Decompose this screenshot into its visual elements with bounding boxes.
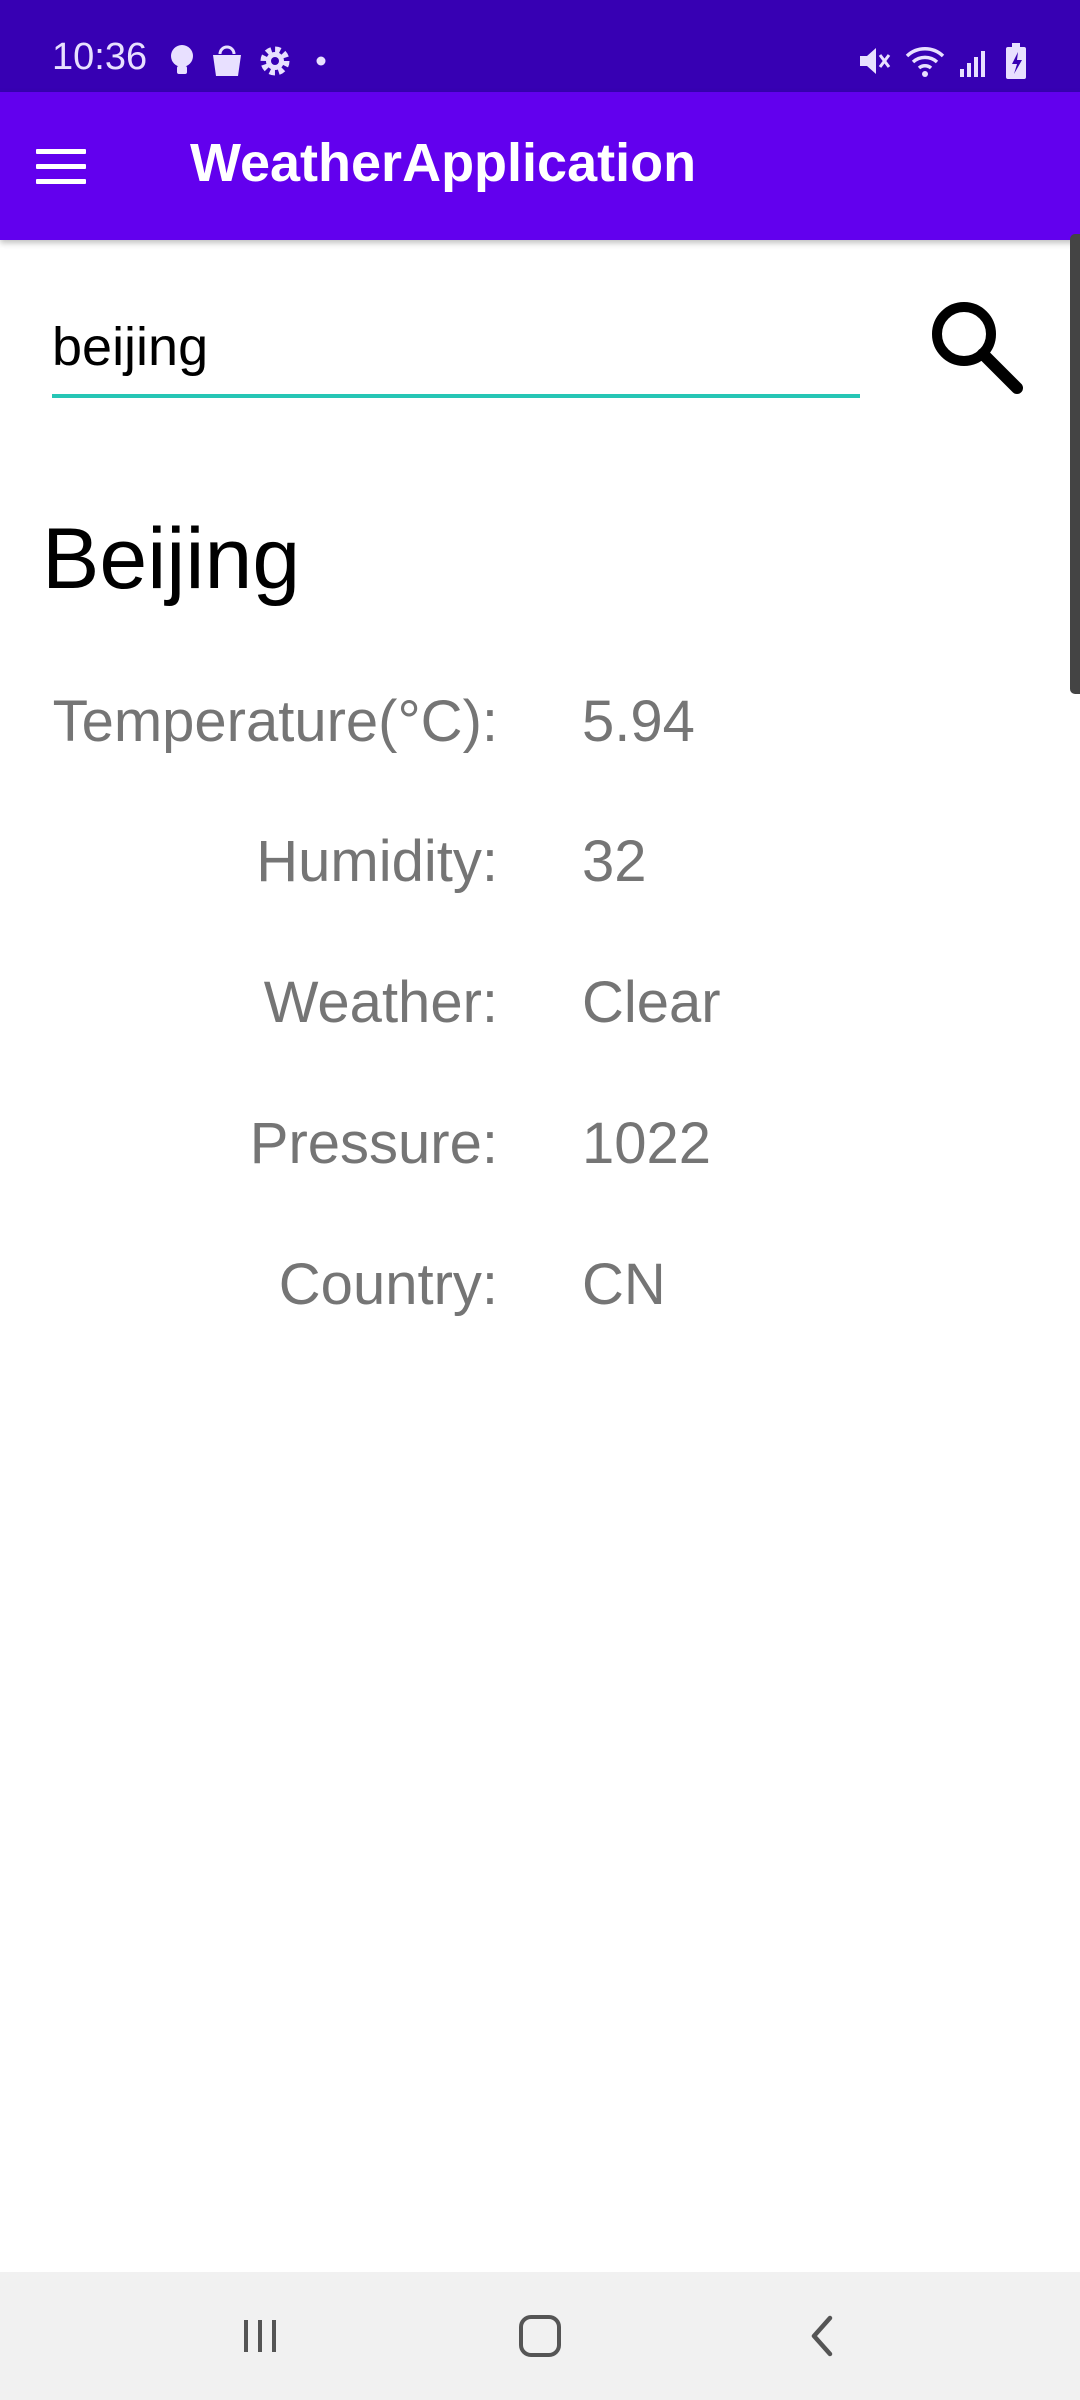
dot-icon [316, 56, 326, 66]
wifi-icon [905, 47, 945, 77]
temperature-row: Temperature(°C): 5.94 [0, 688, 1080, 778]
bulb-icon [171, 45, 193, 74]
pressure-row: Pressure: 1022 [0, 1110, 1080, 1200]
app-bar: WeatherApplication [0, 92, 1080, 240]
recents-icon [244, 2320, 276, 2352]
humidity-label: Humidity: [256, 829, 498, 894]
signal-icon [960, 51, 985, 77]
home-button[interactable] [490, 2296, 590, 2376]
country-value: CN [582, 1252, 666, 1317]
app-title: WeatherApplication [190, 133, 697, 193]
gear-icon [260, 46, 290, 76]
mute-icon [860, 48, 891, 74]
scroll-indicator[interactable] [1070, 234, 1080, 694]
status-time: 10:36 [52, 36, 148, 78]
search-input[interactable] [52, 300, 860, 398]
temperature-value: 5.94 [582, 689, 695, 754]
search-row [52, 300, 860, 398]
weather-row: Weather: Clear [0, 969, 1080, 1059]
status-icons-left [168, 40, 336, 82]
temperature-label: Temperature(°C): [52, 689, 498, 754]
pressure-value: 1022 [582, 1111, 712, 1176]
humidity-value: 32 [582, 829, 647, 894]
country-label: Country: [278, 1252, 498, 1317]
search-button[interactable] [920, 292, 1030, 402]
back-icon [811, 2315, 833, 2357]
status-bar: 10:36 [0, 0, 1080, 92]
hamburger-menu-icon[interactable] [36, 134, 108, 198]
weather-value: Clear [582, 970, 721, 1035]
recents-button[interactable] [210, 2296, 310, 2376]
shopping-bag-icon [213, 45, 241, 76]
search-icon [932, 302, 1023, 394]
humidity-row: Humidity: 32 [0, 828, 1080, 918]
country-row: Country: CN [0, 1251, 1080, 1341]
pressure-label: Pressure: [249, 1111, 498, 1176]
navigation-bar [0, 2272, 1080, 2400]
battery-charging-icon [1006, 43, 1026, 79]
city-name: Beijing [42, 511, 301, 607]
back-button[interactable] [772, 2296, 872, 2376]
home-icon [519, 2315, 561, 2357]
weather-label: Weather: [263, 970, 498, 1035]
status-icons-right [856, 40, 1028, 82]
